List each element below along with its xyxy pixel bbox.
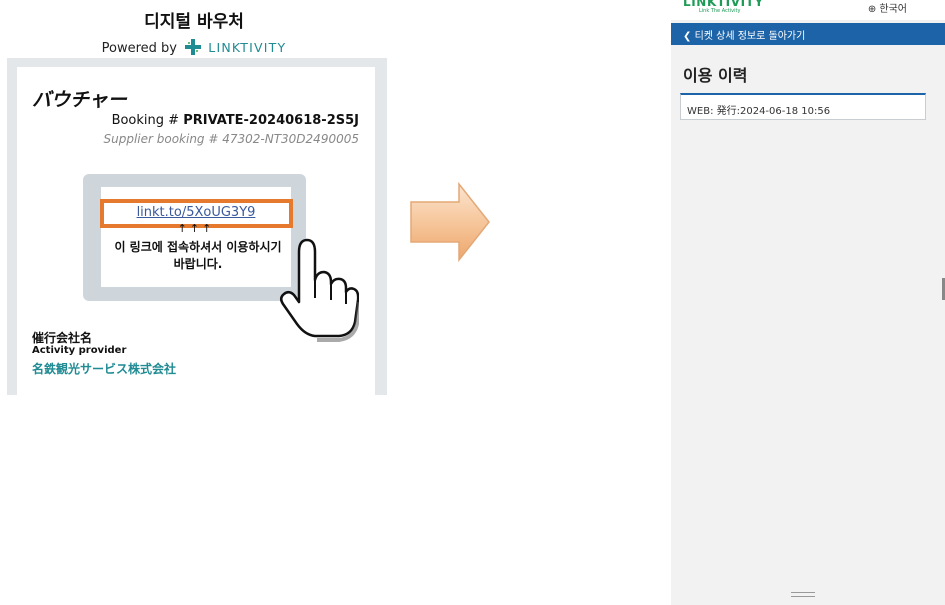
- booking-prefix: Booking #: [111, 113, 184, 128]
- powered-by: Powered by LINKTIVITY: [0, 39, 388, 56]
- pointing-hand-icon: [280, 238, 359, 342]
- voucher-title: 디지털 바우처: [144, 12, 244, 32]
- booking-number: Booking # PRIVATE-20240618-2S5J: [112, 113, 359, 128]
- phone-logo-tagline: Link The Activity: [699, 8, 741, 14]
- powered-by-text: Powered by: [101, 41, 177, 56]
- chevron-left-icon: ❮: [683, 31, 695, 42]
- linktivity-logo-icon: [185, 39, 202, 55]
- language-label: 한국어: [879, 4, 907, 15]
- supplier-booking: Supplier booking # 47302-NT30D2490005: [103, 132, 359, 146]
- booking-id: PRIVATE-20240618-2S5J: [183, 113, 359, 128]
- provider-label: Activity provider: [32, 345, 127, 356]
- back-bar: ❮ 티켓 상세 정보로 돌아가기: [671, 23, 945, 45]
- home-indicator[interactable]: [791, 592, 815, 597]
- access-message: 이 링크에 접속하셔서 이용하시기 바랍니다.: [114, 240, 282, 271]
- history-title: 이용 이력: [683, 66, 748, 85]
- phone-header: LINKTIVITY Link The Activity ⊕ 한국어: [671, 0, 945, 20]
- back-label: 티켓 상세 정보로 돌아가기: [694, 31, 806, 42]
- voucher-panel: 디지털 바우처 Powered by LINKTIVITY バウチャー Book…: [0, 0, 388, 395]
- back-button[interactable]: ❮ 티켓 상세 정보로 돌아가기: [683, 27, 805, 42]
- language-selector[interactable]: ⊕ 한국어: [868, 0, 907, 15]
- history-entry: WEB: 発行:2024-06-18 10:56: [680, 93, 926, 120]
- brand-name: LINKTIVITY: [208, 40, 287, 55]
- voucher-card: バウチャー Booking # PRIVATE-20240618-2S5J Su…: [17, 67, 375, 395]
- organizer-label: 催行会社名: [32, 331, 93, 345]
- phone-screen: LINKTIVITY Link The Activity ⊕ 한국어 ❮ 티켓 …: [671, 0, 945, 605]
- voucher-heading: バウチャー: [32, 89, 127, 111]
- right-arrow-icon: [410, 181, 490, 263]
- provider-name: 名鉄観光サービス株式会社: [32, 362, 177, 376]
- globe-icon: ⊕: [867, 4, 877, 15]
- arrows-up: ↑↑↑: [177, 222, 215, 235]
- history-entry-text: WEB: 発行:2024-06-18 10:56: [687, 106, 831, 117]
